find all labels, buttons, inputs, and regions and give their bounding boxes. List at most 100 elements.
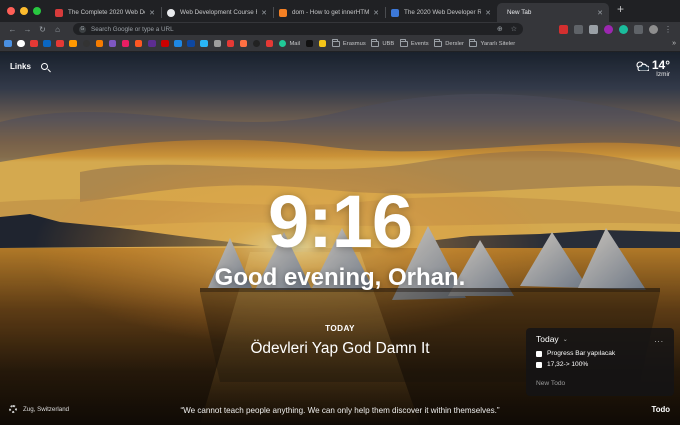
bookmark-star-icon[interactable]: ☆ (511, 25, 517, 33)
bookmark-icon[interactable] (56, 39, 64, 48)
todo-list-selector[interactable]: Today ⌄ (536, 334, 568, 344)
linkedin-bookmark-icon[interactable] (43, 39, 51, 48)
apps-icon[interactable] (4, 39, 12, 48)
back-arrow-icon[interactable]: ← (5, 25, 20, 34)
links-menu[interactable]: Links (10, 62, 48, 71)
tab-new-tab[interactable]: New Tab ✕ (497, 3, 609, 22)
bookmark-folder-label: Events (410, 40, 429, 47)
bookmarks-overflow-icon[interactable]: » (672, 40, 676, 47)
forward-arrow-icon[interactable]: → (20, 25, 35, 34)
partly-cloudy-icon (636, 60, 649, 71)
profile-avatar[interactable] (649, 24, 658, 34)
bookmark-icon[interactable] (187, 39, 195, 48)
todo-toggle-button[interactable]: Todo (652, 405, 670, 414)
bookmark-folder-dersler[interactable]: Dersler (434, 38, 464, 47)
browser-toolbar: ← → ↻ ⌂ G ⊕ ☆ ⋮ (0, 22, 680, 36)
bookmark-icon[interactable] (200, 39, 208, 48)
bookmark-icon[interactable] (318, 39, 327, 48)
todo-list-title: Today (536, 334, 559, 344)
tab-roadmap[interactable]: The 2020 Web Developer Road ✕ (385, 3, 497, 22)
bookmark-icon[interactable] (148, 39, 156, 48)
todo-item[interactable]: Progress Bar yapılacak (536, 350, 664, 357)
bookmark-icon[interactable] (82, 39, 91, 48)
daily-quote[interactable]: “We cannot teach people anything. We can… (0, 406, 680, 415)
chevron-down-icon: ⌄ (562, 336, 568, 343)
maximize-window-button[interactable] (33, 7, 41, 15)
tab-course-resources[interactable]: Web Development Course Reso ✕ (161, 3, 273, 22)
weather-widget[interactable]: 14° Izmir (635, 58, 670, 78)
menu-kebab-icon[interactable]: ⋮ (664, 25, 673, 34)
todo-item[interactable]: 17,32-> 100% (536, 361, 664, 368)
bookmark-icon[interactable] (174, 39, 182, 48)
mail-icon (278, 39, 287, 48)
google-bookmark-icon[interactable] (17, 39, 25, 48)
bookmark-icon[interactable] (213, 39, 221, 48)
stackoverflow-favicon-icon (279, 8, 287, 17)
address-input[interactable] (91, 25, 489, 33)
extension-icon[interactable] (604, 24, 613, 34)
puzzle-icon[interactable] (634, 24, 643, 34)
bookmark-icon[interactable] (161, 39, 169, 48)
bookmark-label: Mail (289, 40, 301, 47)
bookmark-folder-label: Erasmus (342, 40, 366, 47)
bookmark-folder-label: UBB (382, 40, 395, 47)
bookmark-icon[interactable] (305, 39, 314, 48)
bookmark-icon[interactable] (226, 39, 235, 48)
bookmark-icon[interactable] (134, 39, 143, 48)
extension-icon[interactable] (574, 24, 583, 34)
bookmark-folder-events[interactable]: Events (399, 38, 429, 47)
bookmark-folder-yararli-siteler[interactable]: Yararlı Siteler (469, 38, 515, 47)
tab-strip: The Complete 2020 Web Develo ✕ Web Devel… (0, 0, 680, 22)
close-icon[interactable]: ✕ (597, 9, 603, 17)
site-favicon-icon (167, 8, 175, 17)
bookmark-icon[interactable] (95, 39, 104, 48)
home-icon[interactable]: ⌂ (50, 25, 65, 34)
todo-panel: Today ⌄ ... Progress Bar yapılacak 17,32… (526, 328, 674, 396)
tab-title: dom - How to get innerHTML of (292, 9, 370, 16)
todo-checkbox[interactable] (536, 350, 542, 357)
close-icon[interactable]: ✕ (485, 9, 491, 17)
bookmark-icon[interactable] (108, 39, 117, 48)
tab-web-dev-course[interactable]: The Complete 2020 Web Develo ✕ (49, 3, 161, 22)
search-icon[interactable] (40, 63, 48, 70)
tab-title: New Tab (507, 9, 532, 16)
new-tab-button[interactable]: + (609, 0, 632, 22)
bookmark-folder-label: Dersler (445, 40, 464, 47)
bookmark-icon[interactable] (265, 39, 274, 48)
tab-title: The Complete 2020 Web Develo (68, 9, 145, 16)
close-icon[interactable]: ✕ (261, 9, 267, 17)
youtube-bookmark-icon[interactable] (30, 39, 38, 48)
bookmark-folder-ubb[interactable]: UBB (371, 38, 395, 47)
bookmark-icon[interactable] (121, 39, 130, 48)
links-label[interactable]: Links (10, 62, 31, 71)
folder-icon (434, 38, 443, 47)
minimize-window-button[interactable] (20, 7, 28, 15)
close-window-button[interactable] (7, 7, 15, 15)
tab-stackoverflow[interactable]: dom - How to get innerHTML of ✕ (273, 3, 385, 22)
greeting[interactable]: Good evening, Orhan. (0, 264, 680, 292)
more-options-icon[interactable]: ... (654, 335, 664, 344)
eyedropper-extension-icon[interactable] (589, 24, 598, 34)
window-controls (0, 7, 49, 22)
close-icon[interactable]: ✕ (149, 9, 155, 17)
tab-title: The 2020 Web Developer Road (404, 9, 482, 16)
todo-item-text: 17,32-> 100% (547, 361, 589, 368)
location-icon[interactable]: ⊕ (497, 25, 503, 33)
todo-checkbox[interactable] (536, 361, 542, 368)
bookmark-mail[interactable]: Mail (278, 39, 301, 48)
folder-icon (399, 38, 408, 47)
bookmark-icon[interactable] (252, 39, 261, 48)
bookmark-icon[interactable] (239, 39, 248, 48)
adblock-extension-icon[interactable] (559, 24, 568, 34)
bookmarks-bar: Mail Erasmus UBB Events Dersler Yararlı … (0, 36, 680, 52)
close-icon[interactable]: ✕ (373, 9, 379, 17)
weather-city: Izmir (656, 71, 670, 78)
clock[interactable]: 9:16 (0, 185, 680, 259)
reload-icon[interactable]: ↻ (35, 25, 50, 34)
bookmark-folder-erasmus[interactable]: Erasmus (331, 38, 366, 47)
udemy-favicon-icon (55, 8, 63, 17)
bookmark-icon[interactable] (69, 39, 77, 48)
address-bar[interactable]: G ⊕ ☆ (73, 23, 523, 35)
new-todo-input[interactable] (536, 380, 664, 387)
extension-icon[interactable] (619, 24, 628, 34)
